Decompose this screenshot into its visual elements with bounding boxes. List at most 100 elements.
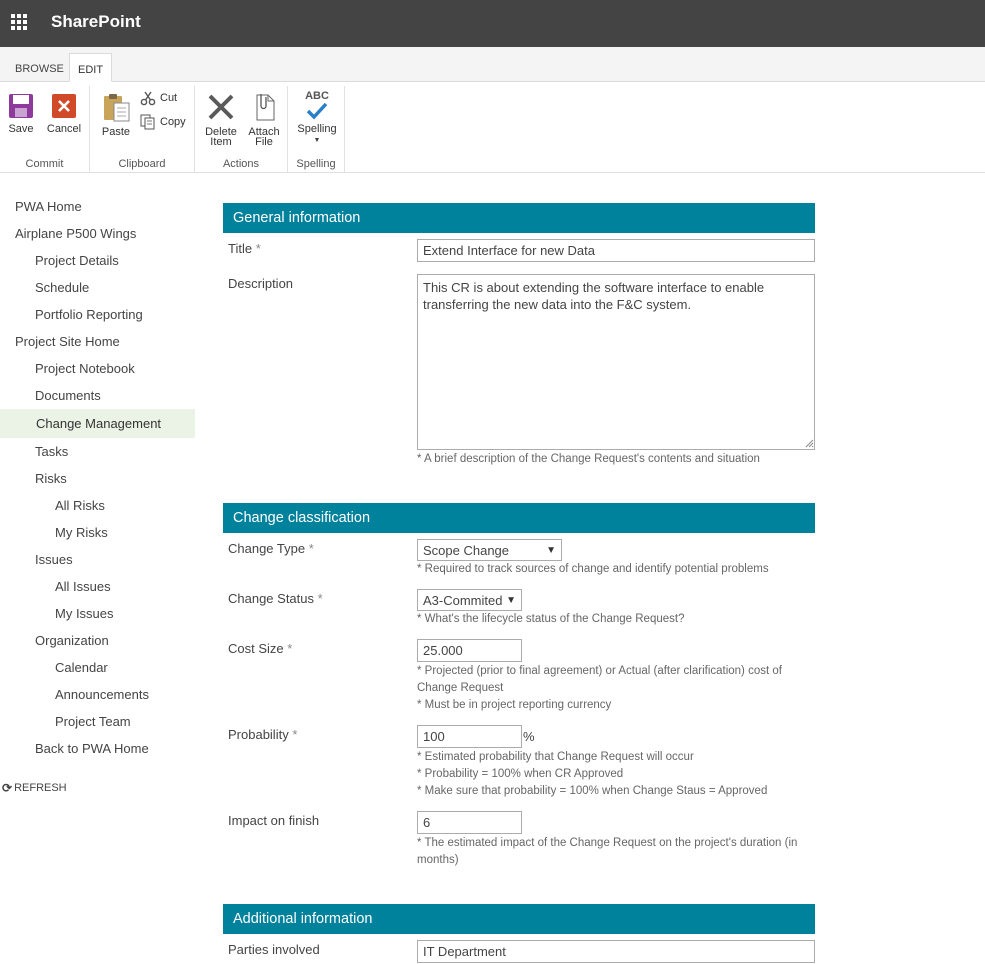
nav-item-organization[interactable]: Organization <box>0 627 195 654</box>
change-type-label-text: Change Type <box>228 541 306 556</box>
change-type-select[interactable]: Scope Change ▼ <box>417 539 562 561</box>
required-marker: * <box>255 241 261 256</box>
nav-item-risks[interactable]: Risks <box>0 465 195 492</box>
save-icon <box>9 94 33 118</box>
parties-involved-label: Parties involved <box>228 942 320 957</box>
nav-item-calendar[interactable]: Calendar <box>0 654 195 681</box>
nav-item-project-details[interactable]: Project Details <box>0 247 195 274</box>
suite-bar: SharePoint <box>0 0 985 47</box>
copy-label: Copy <box>160 116 186 128</box>
dropdown-arrow-icon: ▼ <box>506 594 516 606</box>
section-header-classification: Change classification <box>223 503 815 533</box>
delete-icon <box>208 94 234 120</box>
attach-label-line2: File <box>255 136 273 148</box>
impact-hint-1: * The estimated impact of the Change Req… <box>417 837 798 849</box>
scissors-icon <box>140 91 156 106</box>
probability-input[interactable] <box>417 725 522 748</box>
required-marker: * <box>292 727 298 742</box>
actions-group-label: Actions <box>222 158 260 170</box>
required-marker: * <box>317 591 323 606</box>
paste-button[interactable]: Paste <box>100 92 132 138</box>
nav-item-all-risks[interactable]: All Risks <box>0 492 195 519</box>
nav-item-my-risks[interactable]: My Risks <box>0 519 195 546</box>
spelling-group-label: Spelling <box>296 158 336 170</box>
brand-title[interactable]: SharePoint <box>51 12 141 32</box>
delete-item-button[interactable]: Delete Item <box>203 92 239 148</box>
probability-label: Probability * <box>228 727 297 742</box>
change-type-label: Change Type * <box>228 541 314 556</box>
ribbon-group-spelling: ABC Spelling ▼ Spelling <box>288 86 345 172</box>
ribbon-tab-row: BROWSE EDIT <box>0 47 985 82</box>
paste-icon <box>104 94 130 122</box>
cancel-button[interactable]: Cancel <box>46 93 82 135</box>
refresh-icon: ⟳ <box>2 781 13 795</box>
probability-hint-3: * Make sure that probability = 100% when… <box>417 785 768 797</box>
nav-item-project-site-home[interactable]: Project Site Home <box>0 328 195 355</box>
cancel-icon <box>52 94 76 118</box>
spelling-label: Spelling <box>297 123 337 135</box>
title-input[interactable] <box>417 239 815 262</box>
nav-item-documents[interactable]: Documents <box>0 382 195 409</box>
attach-file-icon <box>256 94 275 121</box>
resize-grip-icon[interactable] <box>804 438 814 448</box>
change-type-value: Scope Change <box>423 542 510 558</box>
nav-item-issues[interactable]: Issues <box>0 546 195 573</box>
copy-icon <box>140 114 155 130</box>
save-button[interactable]: Save <box>6 93 36 135</box>
cancel-label: Cancel <box>46 123 82 135</box>
description-textarea[interactable]: This CR is about extending the software … <box>417 274 815 450</box>
quick-launch-nav: PWA Home Airplane P500 Wings Project Det… <box>0 193 195 762</box>
nav-item-all-issues[interactable]: All Issues <box>0 573 195 600</box>
attach-file-button[interactable]: Attach File <box>246 92 282 148</box>
ribbon-group-clipboard: Paste Cut Copy Clipboard <box>90 86 195 172</box>
save-label: Save <box>8 123 34 135</box>
clipboard-group-label: Clipboard <box>118 158 166 170</box>
spelling-button[interactable]: ABC Spelling ▼ <box>294 90 340 146</box>
tab-edit[interactable]: EDIT <box>69 53 113 82</box>
copy-button[interactable]: Copy <box>140 114 186 130</box>
nav-item-schedule[interactable]: Schedule <box>0 274 195 301</box>
cost-size-hint-2: Change Request <box>417 682 504 694</box>
description-label: Description <box>228 276 294 291</box>
ribbon-group-actions: Delete Item Attach File Actions <box>195 86 288 172</box>
cost-size-label-text: Cost Size <box>228 641 284 656</box>
dropdown-arrow-icon: ▼ <box>546 544 556 556</box>
title-label: Title * <box>228 241 261 256</box>
tab-browse[interactable]: BROWSE <box>7 53 72 82</box>
chevron-down-icon: ▼ <box>313 137 321 144</box>
required-marker: * <box>287 641 293 656</box>
cost-size-hint-1: * Projected (prior to final agreement) o… <box>417 665 782 677</box>
description-hint: * A brief description of the Change Requ… <box>417 453 760 465</box>
nav-item-airplane-p500-wings[interactable]: Airplane P500 Wings <box>0 220 195 247</box>
refresh-button[interactable]: ⟳ REFRESH <box>2 781 67 795</box>
nav-item-pwa-home[interactable]: PWA Home <box>0 193 195 220</box>
section-header-additional: Additional information <box>223 904 815 934</box>
nav-item-back-to-pwa-home[interactable]: Back to PWA Home <box>0 735 195 762</box>
nav-item-project-notebook[interactable]: Project Notebook <box>0 355 195 382</box>
cost-size-label: Cost Size * <box>228 641 292 656</box>
impact-hint-2: months) <box>417 854 459 866</box>
ribbon: Save Cancel Commit Paste Cut Copy Clipbo… <box>0 82 985 173</box>
nav-item-portfolio-reporting[interactable]: Portfolio Reporting <box>0 301 195 328</box>
delete-label-line2: Item <box>210 136 232 148</box>
cost-size-hint-3: * Must be in project reporting currency <box>417 699 612 711</box>
impact-label: Impact on finish <box>228 813 320 828</box>
nav-item-project-team[interactable]: Project Team <box>0 708 195 735</box>
ribbon-group-commit: Save Cancel Commit <box>0 86 90 172</box>
cost-size-input[interactable] <box>417 639 522 662</box>
parties-involved-input[interactable] <box>417 940 815 963</box>
nav-item-announcements[interactable]: Announcements <box>0 681 195 708</box>
section-header-general: General information <box>223 203 815 233</box>
commit-group-label: Commit <box>25 158 64 170</box>
impact-input[interactable] <box>417 811 522 834</box>
nav-item-my-issues[interactable]: My Issues <box>0 600 195 627</box>
cut-button[interactable]: Cut <box>140 90 177 106</box>
waffle-icon[interactable] <box>11 14 27 30</box>
change-status-value: A3-Commited <box>423 592 503 608</box>
probability-hint-1: * Estimated probability that Change Requ… <box>417 751 694 763</box>
change-status-label: Change Status * <box>228 591 323 606</box>
nav-item-tasks[interactable]: Tasks <box>0 438 195 465</box>
change-status-select[interactable]: A3-Commited ▼ <box>417 589 522 611</box>
nav-item-change-management[interactable]: Change Management <box>0 409 195 438</box>
percent-unit: % <box>523 729 535 744</box>
